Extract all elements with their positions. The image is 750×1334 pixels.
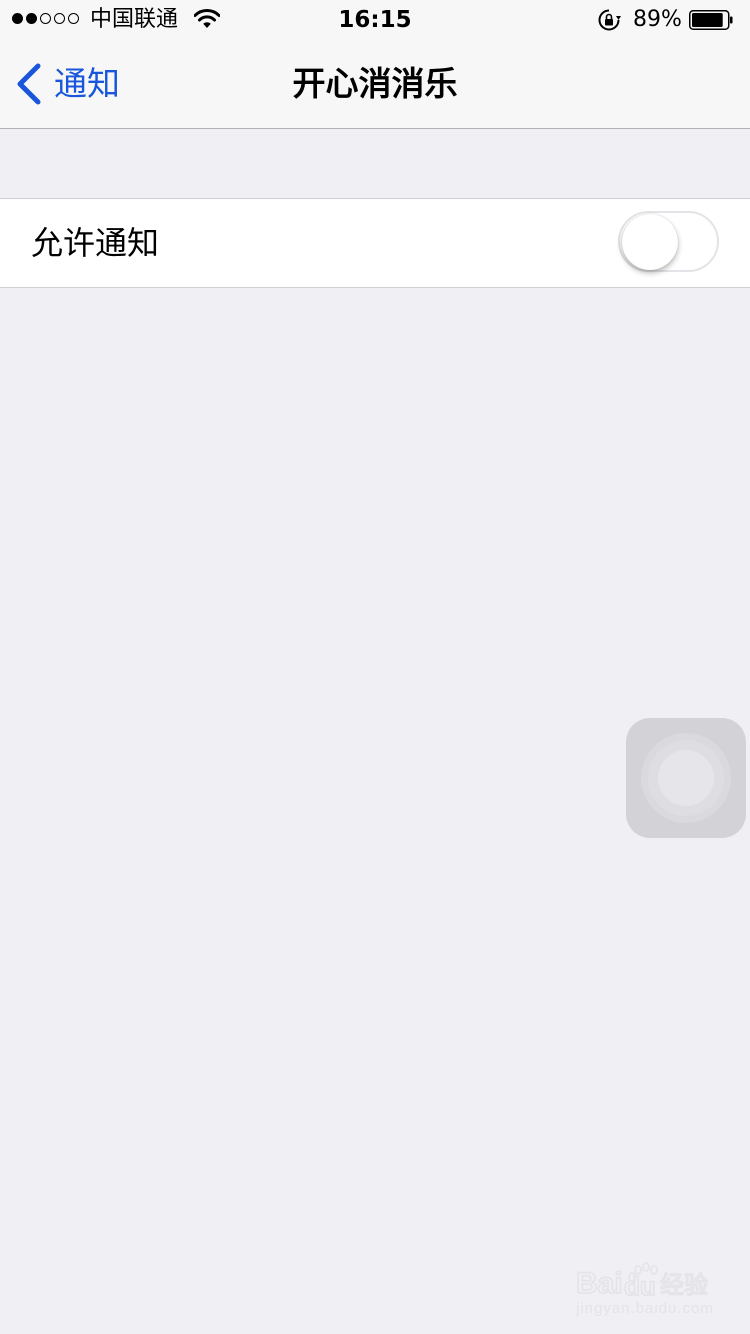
- svg-text:Bai: Bai: [576, 1267, 623, 1300]
- toggle-knob: [622, 214, 678, 270]
- battery-icon: [689, 10, 733, 30]
- navigation-bar: 通知 开心消消乐: [0, 40, 750, 129]
- allow-notifications-toggle[interactable]: [618, 211, 719, 272]
- svg-text:经验: 经验: [660, 1271, 708, 1299]
- baidu-jingyan-logo: Bai du 经验: [576, 1262, 709, 1302]
- battery-percent: 89%: [633, 7, 682, 32]
- svg-text:du: du: [624, 1271, 656, 1301]
- watermark-subtext: jingyan.baidu.com: [576, 1300, 714, 1317]
- allow-notifications-label: 允许通知: [31, 224, 160, 262]
- settings-group: 允许通知: [0, 198, 750, 288]
- status-bar: 中国联通 16:15 89%: [0, 0, 750, 40]
- assistive-touch-core: [658, 750, 714, 806]
- assistive-touch-button[interactable]: [626, 718, 746, 838]
- baidu-watermark: Bai du 经验 jingyan.baidu.com: [576, 1258, 726, 1318]
- page-title: 开心消消乐: [292, 64, 458, 103]
- rotation-lock-icon: [598, 9, 621, 31]
